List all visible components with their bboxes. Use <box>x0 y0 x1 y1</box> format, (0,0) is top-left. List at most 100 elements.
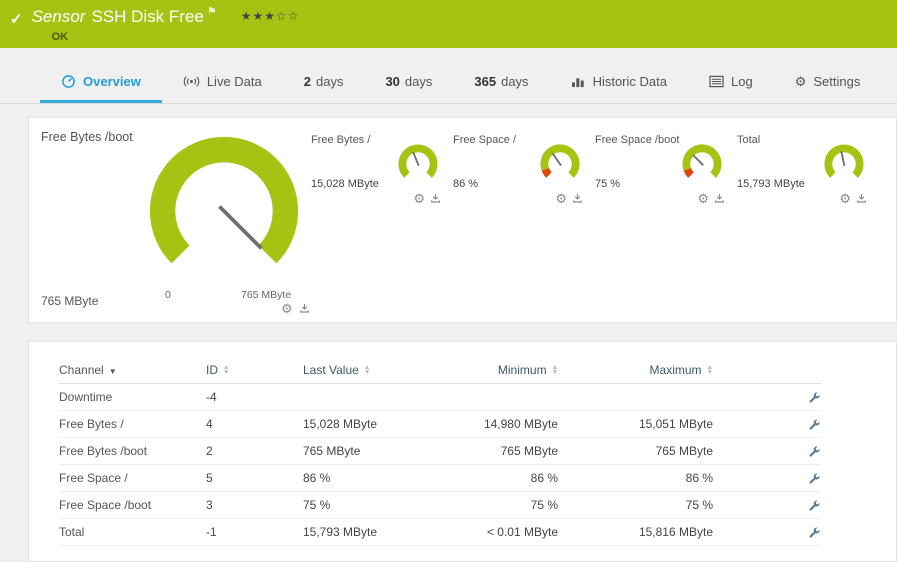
primary-gauge-scale-min: 0 <box>165 289 171 301</box>
title-block: Sensor SSH Disk Free ⚑ ★★★☆☆ OK <box>31 6 300 43</box>
gauge-gear-icon[interactable]: ⚙ <box>413 192 425 205</box>
column-header-last-value[interactable]: Last Value ▲ ▼ <box>303 363 403 377</box>
mini-gauge-value: 15,028 MByte <box>311 178 379 190</box>
cell-id: 4 <box>206 417 213 431</box>
gauge-gear-icon[interactable]: ⚙ <box>697 192 709 205</box>
sensor-kind-label: Sensor <box>31 7 86 26</box>
mini-gauge-dial <box>824 144 864 178</box>
gauge-download-icon[interactable] <box>714 193 725 204</box>
cell-minimum: 86 % <box>530 471 558 485</box>
channel-settings-icon[interactable] <box>808 391 821 404</box>
cell-channel: Free Bytes / <box>59 417 124 431</box>
log-icon <box>709 75 724 88</box>
cell-id: -1 <box>206 525 217 539</box>
mini-gauge-dial <box>540 144 580 178</box>
stars-filled: ★★★ <box>240 9 277 23</box>
tab-bar: Overview Live Data 2 days 30 days 365 da… <box>0 62 897 104</box>
cell-minimum: < 0.01 MByte <box>486 525 558 539</box>
gear-icon: ⚙ <box>794 73 807 89</box>
column-header-channel[interactable]: Channel ▼ <box>59 363 206 377</box>
tab-log[interactable]: Log <box>688 62 774 103</box>
gauge-gear-icon[interactable]: ⚙ <box>839 192 851 205</box>
status-check-icon: ✓ <box>10 11 23 28</box>
table-row: Total -1 15,793 MByte < 0.01 MByte 15,81… <box>59 519 821 546</box>
channel-settings-icon[interactable] <box>808 472 821 485</box>
tab-number: 2 <box>303 73 311 89</box>
mini-gauge-free-bytes-root: Free Bytes / 15,028 MByte ⚙ <box>311 128 445 218</box>
cell-maximum: 86 % <box>685 471 713 485</box>
channel-settings-icon[interactable] <box>808 526 821 539</box>
cell-maximum: 15,816 MByte <box>638 525 713 539</box>
cell-minimum: 75 % <box>530 498 558 512</box>
cell-maximum: 75 % <box>685 498 713 512</box>
tab-historic-data[interactable]: Historic Data <box>550 62 688 103</box>
overview-icon <box>61 74 76 89</box>
mini-gauge-free-space-boot: Free Space /boot 75 % ⚙ <box>595 128 729 218</box>
cell-channel: Total <box>59 525 85 539</box>
cell-minimum: 14,980 MByte <box>483 417 558 431</box>
tab-label: days <box>404 73 433 89</box>
gauge-download-icon[interactable] <box>572 193 583 204</box>
gauge-download-icon[interactable] <box>856 193 867 204</box>
mini-gauge-total: Total 15,793 MByte ⚙ <box>737 128 871 218</box>
cell-id: 5 <box>206 471 213 485</box>
channel-settings-icon[interactable] <box>808 418 821 431</box>
primary-gauge-scale-max: 765 MByte <box>241 289 292 301</box>
mini-gauge-dial <box>398 144 438 178</box>
mini-gauge-dial <box>682 144 722 178</box>
cell-channel: Downtime <box>59 390 113 404</box>
tab-number: 365 <box>474 73 497 89</box>
mini-gauge-value: 75 % <box>595 178 621 190</box>
flag-icon: ⚑ <box>206 6 217 18</box>
gauge-download-icon[interactable] <box>299 303 310 314</box>
cell-maximum: 765 MByte <box>655 444 713 458</box>
priority-stars[interactable]: ★★★☆☆ <box>241 9 300 23</box>
cell-last-value: 75 % <box>303 498 331 512</box>
cell-channel: Free Bytes /boot <box>59 444 148 458</box>
live-data-icon <box>183 75 200 88</box>
historic-data-icon <box>571 75 586 88</box>
tab-label: days <box>315 73 344 89</box>
column-header-minimum[interactable]: Minimum ▲ ▼ <box>403 363 558 377</box>
cell-id: 3 <box>206 498 213 512</box>
table-row: Free Bytes /boot 2 765 MByte 765 MByte 7… <box>59 438 821 465</box>
tab-2-days[interactable]: 2 days <box>283 62 365 103</box>
tab-live-data[interactable]: Live Data <box>162 62 283 103</box>
cell-last-value: 765 MByte <box>303 444 361 458</box>
tab-label: Overview <box>83 73 141 89</box>
mini-gauges: Free Bytes / 15,028 MByte ⚙ Free Space /… <box>311 128 871 218</box>
mini-gauge-label: Free Bytes / <box>311 134 371 146</box>
table-row: Downtime -4 <box>59 384 821 411</box>
page-title: SSH Disk Free <box>91 7 204 26</box>
column-header-id[interactable]: ID ▲ ▼ <box>206 363 303 377</box>
tab-overview[interactable]: Overview <box>40 62 162 103</box>
gauge-gear-icon[interactable]: ⚙ <box>281 302 293 315</box>
cell-last-value: 86 % <box>303 471 331 485</box>
cell-last-value: 15,028 MByte <box>303 417 378 431</box>
channel-settings-icon[interactable] <box>808 499 821 512</box>
cell-channel: Free Space / <box>59 471 128 485</box>
mini-gauge-value: 15,793 MByte <box>737 178 805 190</box>
column-header-maximum[interactable]: Maximum ▲ ▼ <box>558 363 713 377</box>
mini-gauge-label: Free Space /boot <box>595 134 680 146</box>
tab-label: Historic Data <box>592 73 667 89</box>
tab-30-days[interactable]: 30 days <box>364 62 453 103</box>
cell-id: -4 <box>206 390 217 404</box>
cell-minimum: 765 MByte <box>500 444 558 458</box>
mini-gauge-free-space-root: Free Space / 86 % ⚙ <box>453 128 587 218</box>
tab-settings[interactable]: ⚙ Settings <box>774 62 882 103</box>
gauge-gear-icon[interactable]: ⚙ <box>555 192 567 205</box>
status-badge: OK <box>51 31 69 43</box>
mini-gauge-label: Free Space / <box>453 134 516 146</box>
cell-maximum: 15,051 MByte <box>638 417 713 431</box>
gauge-download-icon[interactable] <box>430 193 441 204</box>
tab-label: Live Data <box>206 73 262 89</box>
table-row: Free Space / 5 86 % 86 % 86 % <box>59 465 821 492</box>
mini-gauge-value: 86 % <box>453 178 479 190</box>
sort-desc-icon: ▼ <box>108 366 117 376</box>
channel-settings-icon[interactable] <box>808 445 821 458</box>
channel-table: Channel ▼ ID ▲ ▼ Last Value ▲ ▼ Minimum ▲ ▼ Max… <box>28 341 897 562</box>
tab-365-days[interactable]: 365 days <box>453 62 549 103</box>
primary-gauge-label: Free Bytes /boot <box>41 130 133 144</box>
sort-icon: ▲ ▼ <box>223 364 230 377</box>
